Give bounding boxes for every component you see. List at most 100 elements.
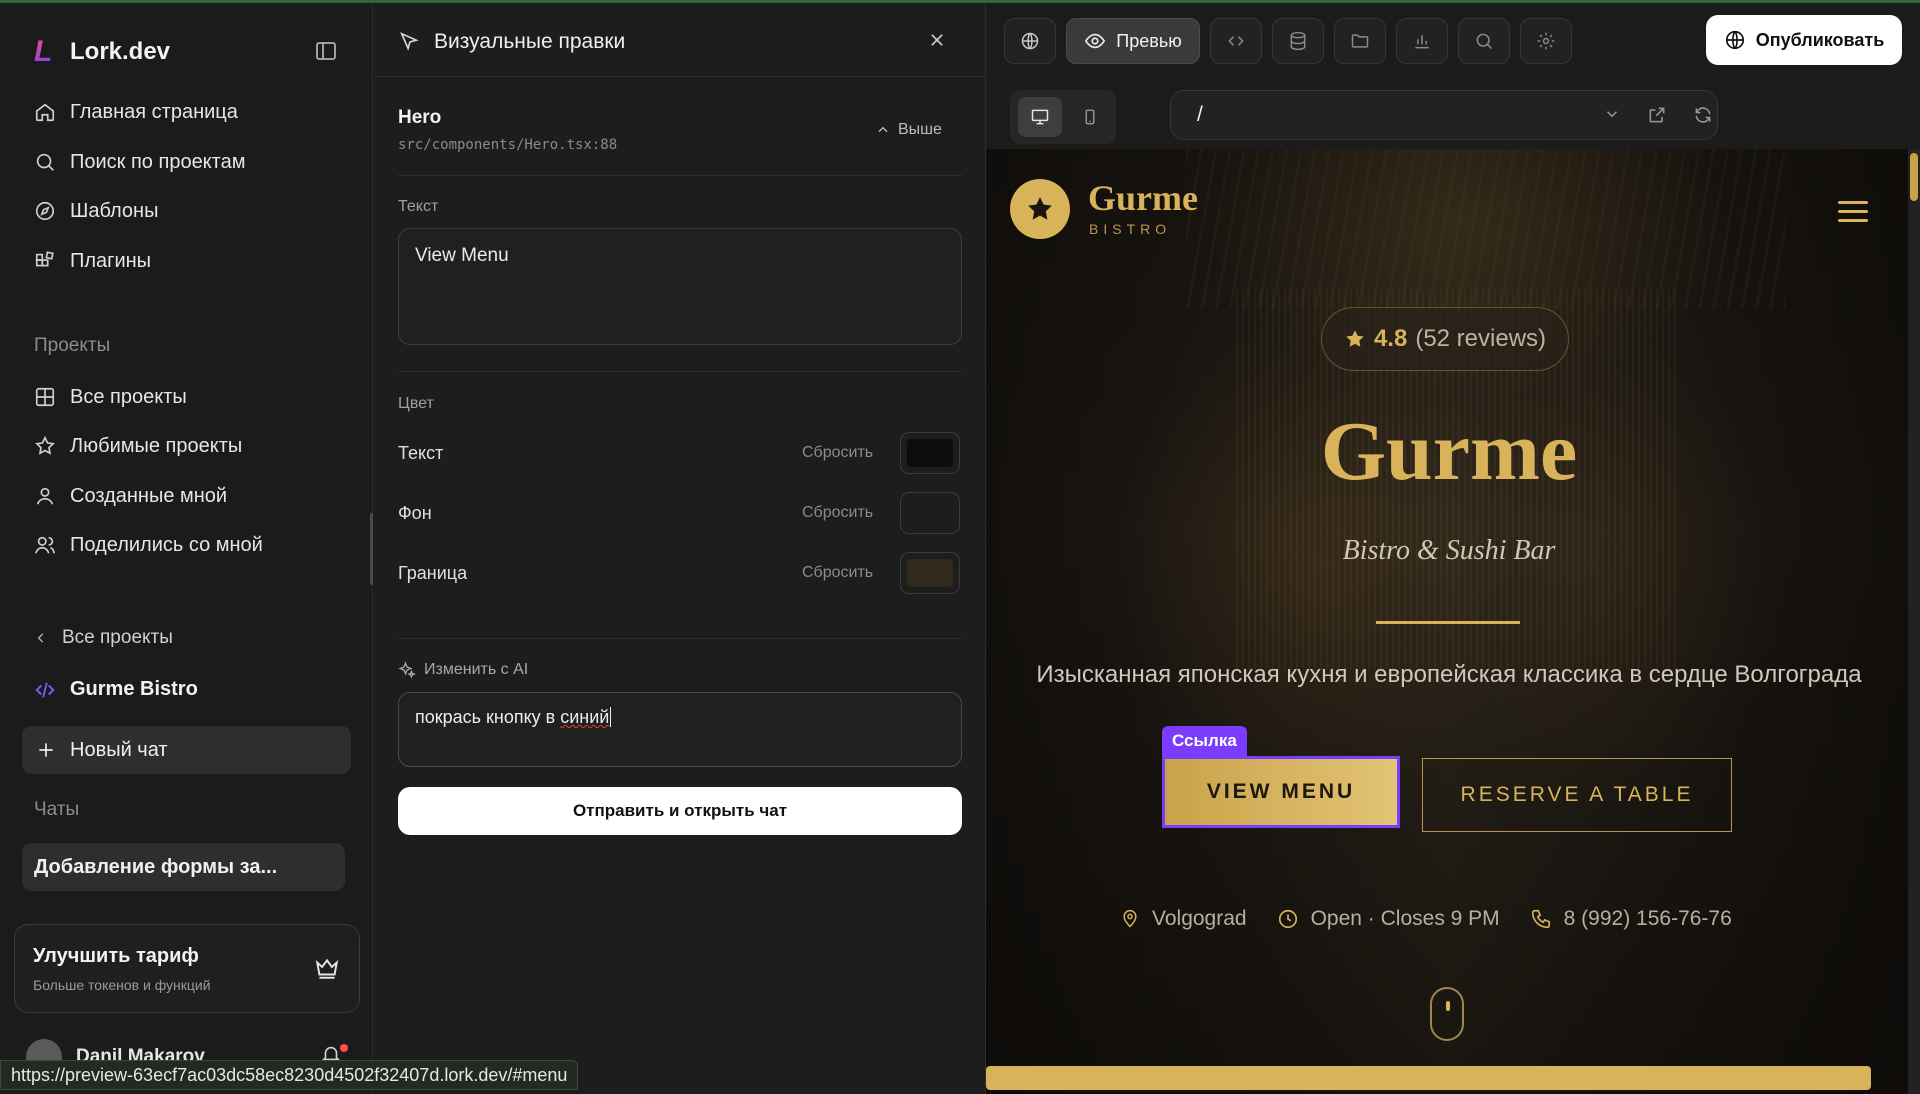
info-row: Volgograd Open · Closes 9 PM 8 (992) 156…: [1120, 907, 1732, 931]
panel-title: Визуальные правки: [434, 30, 626, 53]
select-parent-label: Выше: [898, 121, 942, 138]
nav-item-shared-with-me[interactable]: Поделились со мной: [24, 525, 349, 565]
preview-tab-button[interactable]: Превью: [1066, 18, 1200, 64]
current-project-name: Gurme Bistro: [70, 678, 198, 700]
nav-item-created-by-me[interactable]: Созданные мной: [24, 476, 349, 516]
location-info: Volgograd: [1120, 907, 1247, 931]
ai-prompt-input[interactable]: покрась кнопку в синий: [398, 692, 962, 767]
sparkles-icon: [398, 661, 416, 679]
phone-icon: [1531, 909, 1550, 929]
selected-element-tag: Ссылка: [1162, 726, 1247, 756]
open-external-icon[interactable]: [1647, 105, 1667, 125]
publish-button[interactable]: Опубликовать: [1706, 15, 1902, 65]
nav-item-label: Поделились со мной: [70, 533, 263, 556]
eye-icon: [1085, 33, 1106, 49]
nav-item-favorites[interactable]: Любимые проекты: [24, 426, 349, 466]
preview-toolbar: Превью: [1004, 17, 1572, 65]
home-icon: [35, 103, 55, 122]
cursor-pointer-icon: [398, 31, 420, 53]
nav-item-search[interactable]: Поиск по проектам: [24, 142, 349, 182]
nav-item-label: Плагины: [70, 249, 152, 272]
section-bottom-bar: [986, 1066, 1871, 1090]
gear-icon[interactable]: [1520, 18, 1572, 64]
location-text: Volgograd: [1152, 907, 1247, 930]
sidebar: L Lork.dev Главная страница Поиск по про…: [0, 3, 373, 1094]
upgrade-title: Улучшить тариф: [33, 945, 199, 967]
nav-item-label: Любимые проекты: [70, 434, 243, 457]
nav-item-label: Все проекты: [70, 385, 187, 408]
search-icon: [36, 153, 54, 171]
logo-text: Lork.dev: [70, 38, 171, 65]
sidebar-scrollbar[interactable]: [370, 513, 373, 585]
reset-text-color-button[interactable]: Сбросить: [802, 444, 873, 462]
nav-item-templates[interactable]: Шаблоны: [24, 191, 349, 231]
back-label: Все проекты: [62, 627, 173, 648]
mobile-icon[interactable]: [1068, 97, 1112, 137]
grid-icon: [35, 387, 55, 407]
ai-edit-label-text: Изменить с AI: [424, 661, 529, 678]
search-icon[interactable]: [1458, 18, 1510, 64]
preview-url-bar[interactable]: /: [1170, 90, 1718, 140]
hero-subtitle: Bistro & Sushi Bar: [1342, 535, 1556, 566]
desktop-icon[interactable]: [1018, 97, 1062, 137]
view-menu-button[interactable]: VIEW MENU: [1162, 756, 1400, 828]
text-color-swatch[interactable]: [900, 432, 960, 474]
reset-border-color-button[interactable]: Сбросить: [802, 564, 873, 582]
brand-logo[interactable]: [1010, 179, 1070, 239]
folder-icon[interactable]: [1334, 18, 1386, 64]
sidebar-toggle-icon[interactable]: [314, 39, 338, 63]
refresh-icon[interactable]: [1693, 105, 1713, 125]
globe-icon: [1725, 30, 1744, 50]
logo[interactable]: L Lork.dev: [34, 35, 170, 69]
divider: [398, 175, 962, 176]
text-section-label: Текст: [398, 198, 439, 215]
nav-item-home[interactable]: Главная страница: [24, 92, 349, 132]
plugins-icon: [35, 251, 54, 267]
projects-section-label: Проекты: [34, 335, 111, 356]
database-icon[interactable]: [1272, 18, 1324, 64]
visual-edits-panel: Визуальные правки Hero src/components/He…: [374, 3, 986, 1094]
upgrade-plan-card[interactable]: Улучшить тариф Больше токенов и функций: [14, 924, 360, 1013]
scroll-down-indicator[interactable]: [1430, 987, 1464, 1041]
divider: [398, 371, 962, 372]
reset-bg-color-button[interactable]: Сбросить: [802, 504, 873, 522]
reserve-table-button[interactable]: RESERVE A TABLE: [1422, 758, 1732, 832]
ai-prompt-misspelled-word: синий: [560, 707, 610, 727]
text-content-field[interactable]: View Menu: [398, 228, 962, 345]
chevron-down-icon[interactable]: [1603, 105, 1621, 123]
select-parent-button[interactable]: Выше: [876, 121, 942, 139]
chevron-up-icon: [878, 126, 888, 133]
code-view-icon[interactable]: [1210, 18, 1262, 64]
hours-text: Open · Closes 9 PM: [1310, 907, 1500, 930]
nav-item-all-projects[interactable]: Все проекты: [24, 377, 349, 417]
upgrade-subtitle: Больше токенов и функций: [33, 977, 211, 993]
analytics-icon[interactable]: [1396, 18, 1448, 64]
preview-scrollbar[interactable]: [1908, 149, 1920, 1094]
chevron-left-icon: [37, 633, 44, 643]
hero-description: Изысканная японская кухня и европейская …: [1036, 661, 1862, 688]
chat-list-item[interactable]: Добавление формы за...: [22, 843, 345, 891]
new-chat-button[interactable]: Новый чат: [22, 726, 351, 774]
nav-item-label: Созданные мной: [70, 484, 228, 507]
globe-icon[interactable]: [1004, 18, 1056, 64]
current-project[interactable]: Gurme Bistro: [34, 678, 198, 701]
send-and-open-chat-button[interactable]: Отправить и открыть чат: [398, 787, 962, 835]
border-color-label: Граница: [398, 563, 468, 583]
border-color-swatch[interactable]: [900, 552, 960, 594]
app-window: L Lork.dev Главная страница Поиск по про…: [0, 0, 1920, 1094]
rating-badge: 4.8 (52 reviews): [1321, 307, 1569, 371]
phone-info[interactable]: 8 (992) 156-76-76: [1530, 907, 1732, 931]
hamburger-menu-icon[interactable]: [1838, 201, 1868, 228]
color-section-label: Цвет: [398, 395, 434, 412]
logo-mark: L: [34, 35, 60, 69]
back-to-projects-link[interactable]: Все проекты: [34, 627, 173, 649]
plus-icon: [39, 743, 53, 757]
divider: [398, 638, 962, 639]
text-color-label: Текст: [398, 443, 444, 463]
nav-item-label: Шаблоны: [70, 199, 159, 222]
bg-color-swatch[interactable]: [900, 492, 960, 534]
hours-info: Open · Closes 9 PM: [1277, 907, 1500, 931]
close-icon[interactable]: [928, 31, 946, 49]
notification-dot: [340, 1044, 348, 1052]
nav-item-plugins[interactable]: Плагины: [24, 241, 349, 281]
